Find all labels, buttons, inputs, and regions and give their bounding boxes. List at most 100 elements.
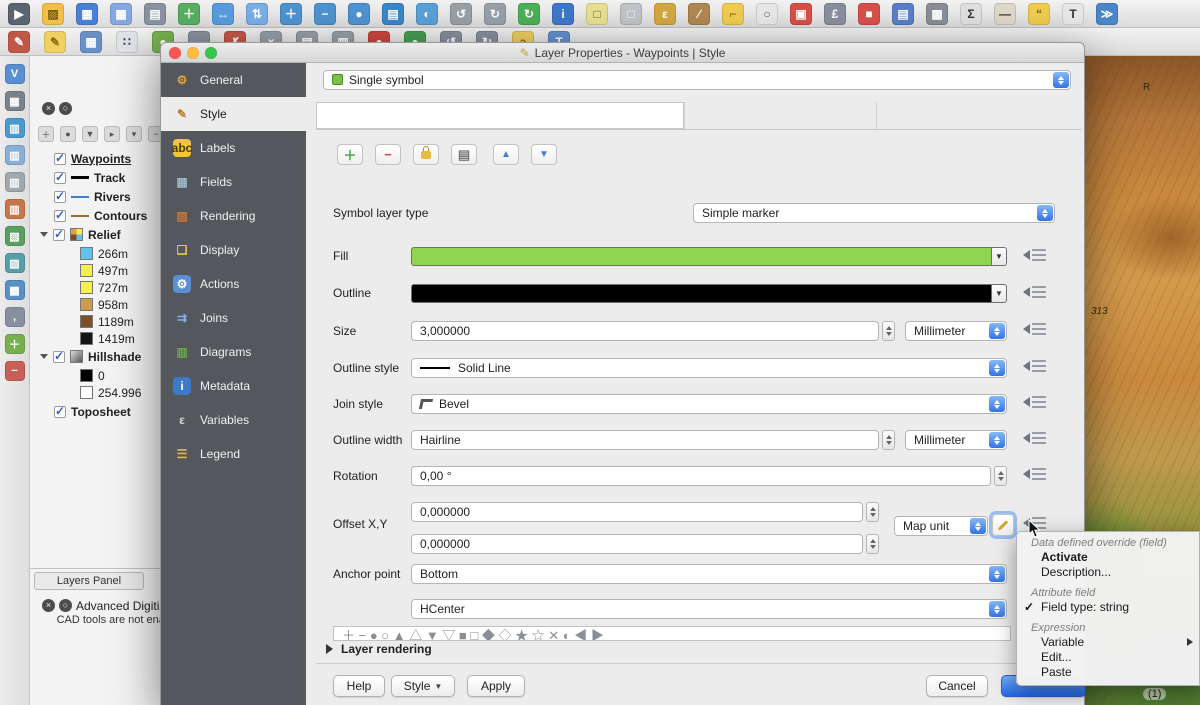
Legend[interactable]: ☰ Legend bbox=[161, 437, 306, 471]
minimize-window-icon[interactable] bbox=[187, 47, 199, 59]
offset-y-stepper[interactable] bbox=[866, 534, 879, 554]
select-by-expression-icon[interactable]: ε bbox=[654, 3, 676, 25]
cancel-button[interactable]: Cancel bbox=[926, 675, 988, 697]
new-print-composer-icon[interactable]: ▤ bbox=[144, 3, 166, 25]
anchor-horizontal-select[interactable]: HCenter bbox=[411, 599, 1007, 619]
close-window-icon[interactable] bbox=[169, 47, 181, 59]
menu-item-paste[interactable]: Paste bbox=[1017, 665, 1199, 680]
renderer-select[interactable]: Single symbol bbox=[323, 70, 1071, 90]
remove-symbol-layer-button[interactable]: − bbox=[375, 144, 401, 165]
layer-row-track[interactable]: Track bbox=[54, 169, 125, 186]
collapse-icon[interactable] bbox=[40, 354, 48, 359]
offset-y-input[interactable]: 0,000000 bbox=[411, 534, 863, 554]
deselect-features-icon[interactable]: □ bbox=[620, 3, 642, 25]
Actions[interactable]: ⚙ Actions bbox=[161, 267, 306, 301]
dialog-titlebar[interactable]: ✎ Layer Properties - Waypoints | Style bbox=[161, 43, 1084, 63]
pan-tool-icon[interactable]: ▶ bbox=[8, 3, 30, 25]
legend-class-row[interactable]: 266m bbox=[80, 245, 128, 262]
current-edits-icon[interactable]: ✎ bbox=[8, 31, 30, 53]
refresh-map-icon[interactable]: ↻ bbox=[518, 3, 540, 25]
pan-map-icon[interactable]: ↔ bbox=[212, 3, 234, 25]
new-layer-icon[interactable]: ＋ bbox=[5, 334, 25, 354]
statistics-sum-icon[interactable]: Σ bbox=[960, 3, 982, 25]
Joins[interactable]: ⇉ Joins bbox=[161, 301, 306, 335]
add-spatialite-layer-icon[interactable]: ▥ bbox=[5, 145, 25, 165]
rotation-override-button[interactable] bbox=[1023, 466, 1047, 484]
zoom-last-icon[interactable]: ↺ bbox=[450, 3, 472, 25]
add-wfs-layer-icon[interactable]: ▩ bbox=[5, 280, 25, 300]
duplicate-symbol-layer-button[interactable]: ▤ bbox=[451, 144, 477, 165]
Variables[interactable]: ε Variables bbox=[161, 403, 306, 437]
Metadata[interactable]: i Metadata bbox=[161, 369, 306, 403]
join-style-override-button[interactable] bbox=[1023, 394, 1047, 412]
text-annotation-icon[interactable]: T bbox=[1062, 3, 1084, 25]
offset-x-input[interactable]: 0,000000 bbox=[411, 502, 863, 522]
help-button[interactable]: Help bbox=[333, 675, 385, 697]
fill-color-button[interactable]: ▼ bbox=[411, 247, 1007, 266]
currency-tool-icon[interactable]: £ bbox=[824, 3, 846, 25]
annotation-icon[interactable]: ○ bbox=[756, 3, 778, 25]
zoom-in-icon[interactable]: ＋ bbox=[280, 3, 302, 25]
float-panel-icon[interactable]: ○ bbox=[59, 102, 72, 115]
outline-width-stepper[interactable] bbox=[882, 430, 895, 450]
add-mssql-layer-icon[interactable]: ▥ bbox=[5, 172, 25, 192]
measure-line-icon[interactable]: — bbox=[994, 3, 1016, 25]
add-postgis-layer-icon[interactable]: ▥ bbox=[5, 118, 25, 138]
marker-shape-list[interactable]: ＋ − ● ○ ▲ △ ▼ ▽ ■ □ ◆ ◇ ★ ☆ ✕ ◐ ◀ ▶ bbox=[333, 626, 1011, 641]
attributes-table-icon[interactable]: ▤ bbox=[892, 3, 914, 25]
save-project-icon[interactable]: ▦ bbox=[76, 3, 98, 25]
outline-style-select[interactable]: Solid Line bbox=[411, 358, 1007, 378]
Diagrams[interactable]: ▥ Diagrams bbox=[161, 335, 306, 369]
rotation-stepper[interactable] bbox=[994, 466, 1007, 486]
style-menu-button[interactable]: Style ▼ bbox=[391, 675, 455, 697]
outline-width-unit-select[interactable]: Millimeter bbox=[905, 430, 1007, 450]
map-key-icon[interactable]: ⌐ bbox=[722, 3, 744, 25]
zoom-native-icon[interactable]: ● bbox=[348, 3, 370, 25]
Rendering[interactable]: ▨ Rendering bbox=[161, 199, 306, 233]
save-layer-edits-icon[interactable]: ▦ bbox=[80, 31, 102, 53]
zoom-window-icon[interactable] bbox=[205, 47, 217, 59]
close-panel-icon[interactable]: × bbox=[42, 102, 55, 115]
identify-features-icon[interactable]: i bbox=[552, 3, 574, 25]
offset-unit-select[interactable]: Map unit bbox=[894, 516, 988, 536]
python-console-icon[interactable]: ≫ bbox=[1096, 3, 1118, 25]
legend-class-row[interactable]: 958m bbox=[80, 296, 128, 313]
save-project-as-icon[interactable]: ▦ bbox=[110, 3, 132, 25]
size-input[interactable]: 3,000000 bbox=[411, 321, 879, 341]
Labels[interactable]: abc Labels bbox=[161, 131, 306, 165]
rotation-input[interactable]: 0,00 ° bbox=[411, 466, 991, 486]
select-features-icon[interactable]: □ bbox=[586, 3, 608, 25]
layer-row-relief[interactable]: Relief bbox=[40, 226, 121, 243]
layer-rendering-label[interactable]: Layer rendering bbox=[341, 642, 432, 656]
outline-color-button[interactable]: ▼ bbox=[411, 284, 1007, 303]
layer-checkbox[interactable] bbox=[53, 351, 65, 363]
add-wcs-layer-icon[interactable]: ▨ bbox=[5, 253, 25, 273]
outline-width-input[interactable]: Hairline bbox=[411, 430, 879, 450]
node-tool-icon[interactable]: ∷ bbox=[116, 31, 138, 53]
add-raster-layer-icon[interactable]: ▦ bbox=[5, 91, 25, 111]
legend-class-row[interactable]: 1189m bbox=[80, 313, 134, 330]
open-project-icon[interactable]: ▨ bbox=[42, 3, 64, 25]
pan-to-selection-icon[interactable]: ⇅ bbox=[246, 3, 268, 25]
layer-checkbox[interactable] bbox=[54, 406, 66, 418]
Display[interactable]: ❏ Display bbox=[161, 233, 306, 267]
remove-layer-icon[interactable]: − bbox=[5, 361, 25, 381]
expand-all-icon[interactable]: ▸ bbox=[104, 126, 120, 142]
new-map-view-icon[interactable]: ＋ bbox=[178, 3, 200, 25]
layer-checkbox[interactable] bbox=[53, 229, 65, 241]
layer-checkbox[interactable] bbox=[54, 172, 66, 184]
legend-class-row[interactable]: 497m bbox=[80, 262, 128, 279]
menu-item-variable[interactable]: Variable bbox=[1017, 635, 1199, 650]
legend-class-row[interactable]: 1419m bbox=[80, 330, 135, 347]
legend-class-row[interactable]: 0 bbox=[80, 367, 105, 384]
layer-checkbox[interactable] bbox=[54, 153, 66, 165]
zoom-out-icon[interactable]: − bbox=[314, 3, 336, 25]
menu-item-field-type[interactable]: ✓ Field type: string bbox=[1017, 600, 1199, 615]
measure-icon[interactable]: ∕ bbox=[688, 3, 710, 25]
layer-row-waypoints[interactable]: Waypoints bbox=[54, 150, 131, 167]
layer-row-contours[interactable]: Contours bbox=[54, 207, 147, 224]
Style[interactable]: ✎ Style bbox=[161, 97, 306, 131]
anchor-vertical-select[interactable]: Bottom bbox=[411, 564, 1007, 584]
float-panel-icon[interactable]: ○ bbox=[59, 599, 72, 612]
add-oracle-layer-icon[interactable]: ▥ bbox=[5, 199, 25, 219]
